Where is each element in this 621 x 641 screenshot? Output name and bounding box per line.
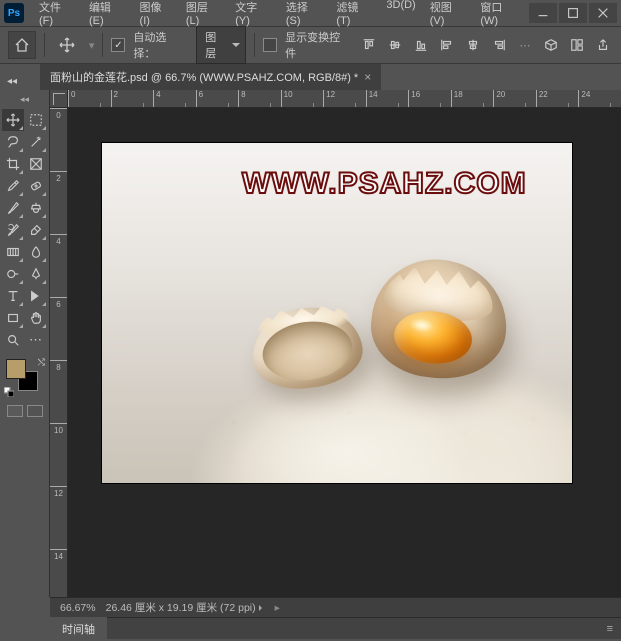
eyedropper-tool[interactable] xyxy=(2,175,24,197)
auto-select-checkbox[interactable] xyxy=(111,38,125,52)
menu-view[interactable]: 视图(V) xyxy=(423,0,474,31)
watermark-text: WWW.PSAHZ.COM xyxy=(242,167,527,201)
toolbox-collapse-icon[interactable]: ◂◂ xyxy=(2,94,47,105)
app-logo: Ps xyxy=(4,3,24,23)
menu-file[interactable]: 文件(F) xyxy=(32,0,82,31)
color-swatches: ⤭ xyxy=(2,357,47,397)
align-left-icon[interactable] xyxy=(437,35,457,55)
zoom-level[interactable]: 66.67% xyxy=(60,602,96,614)
auto-select-dropdown[interactable]: 图层 xyxy=(196,26,246,64)
rectangle-tool[interactable] xyxy=(2,307,24,329)
foreground-color[interactable] xyxy=(6,359,26,379)
dodge-tool[interactable] xyxy=(2,263,24,285)
standard-mode-icon[interactable] xyxy=(7,405,23,417)
document-tabs: ◂◂ 面粉山的金莲花.psd @ 66.7% (WWW.PSAHZ.COM, R… xyxy=(0,64,621,90)
menu-bar: 文件(F) 编辑(E) 图像(I) 图层(L) 文字(Y) 选择(S) 滤镜(T… xyxy=(32,0,527,31)
title-bar: Ps 文件(F) 编辑(E) 图像(I) 图层(L) 文字(Y) 选择(S) 滤… xyxy=(0,0,621,26)
more-options-icon[interactable]: ⋯ xyxy=(515,35,535,55)
hand-tool[interactable] xyxy=(25,307,47,329)
align-vcenter-icon[interactable] xyxy=(385,35,405,55)
edit-toolbar-icon[interactable]: ⋯ xyxy=(25,329,47,351)
zoom-tool[interactable] xyxy=(2,329,24,351)
align-top-icon[interactable] xyxy=(359,35,379,55)
auto-select-label: 自动选择： xyxy=(133,29,188,61)
brush-tool[interactable] xyxy=(2,197,24,219)
3d-mode-icon[interactable] xyxy=(541,35,561,55)
show-transform-label: 显示变换控件 xyxy=(285,29,351,61)
doc-info[interactable]: 26.46 厘米 x 19.19 厘米 (72 ppi) xyxy=(106,600,265,615)
menu-3d[interactable]: 3D(D) xyxy=(379,0,422,31)
quickmask-mode-icon[interactable] xyxy=(27,405,43,417)
crop-tool[interactable] xyxy=(2,153,24,175)
magic-wand-tool[interactable] xyxy=(25,131,47,153)
gradient-tool[interactable] xyxy=(2,241,24,263)
default-colors-icon[interactable] xyxy=(4,387,14,397)
document-tab[interactable]: 面粉山的金莲花.psd @ 66.7% (WWW.PSAHZ.COM, RGB/… xyxy=(40,64,381,90)
close-button[interactable] xyxy=(589,3,617,23)
timeline-tab[interactable]: 时间轴 xyxy=(50,617,107,641)
status-bar: 66.67% 26.46 厘米 x 19.19 厘米 (72 ppi) ▸ xyxy=(50,597,621,617)
move-tool-icon xyxy=(53,31,81,59)
panel-menu-icon[interactable]: ≡ xyxy=(599,623,621,635)
window-controls xyxy=(527,3,617,23)
blur-tool[interactable] xyxy=(25,241,47,263)
minimize-button[interactable] xyxy=(529,3,557,23)
maximize-button[interactable] xyxy=(559,3,587,23)
align-bottom-icon[interactable] xyxy=(411,35,431,55)
type-tool[interactable] xyxy=(2,285,24,307)
menu-select[interactable]: 选择(S) xyxy=(279,0,330,31)
align-hcenter-icon[interactable] xyxy=(463,35,483,55)
ruler-horizontal[interactable]: 024681012141618202224 xyxy=(68,90,621,108)
pen-tool[interactable] xyxy=(25,263,47,285)
healing-tool[interactable] xyxy=(25,175,47,197)
path-tool[interactable] xyxy=(25,285,47,307)
flour-pile xyxy=(142,303,572,483)
menu-filter[interactable]: 滤镜(T) xyxy=(329,0,379,31)
screen-modes xyxy=(2,405,47,417)
ruler-origin[interactable] xyxy=(50,90,68,108)
options-bar: ▾ 自动选择： 图层 显示变换控件 ⋯ xyxy=(0,26,621,64)
lasso-tool[interactable] xyxy=(2,131,24,153)
collapse-toolbox-icon[interactable]: ◂◂ xyxy=(4,72,20,90)
swap-colors-icon[interactable]: ⤭ xyxy=(38,357,45,368)
menu-image[interactable]: 图像(I) xyxy=(133,0,179,31)
frame-tool[interactable] xyxy=(25,153,47,175)
arrange-icon[interactable] xyxy=(567,35,587,55)
clone-stamp-tool[interactable] xyxy=(25,197,47,219)
history-brush-tool[interactable] xyxy=(2,219,24,241)
menu-window[interactable]: 窗口(W) xyxy=(473,0,527,31)
share-icon[interactable] xyxy=(593,35,613,55)
document-tab-title: 面粉山的金莲花.psd @ 66.7% (WWW.PSAHZ.COM, RGB/… xyxy=(50,69,358,85)
ruler-vertical[interactable]: 024681012141618 xyxy=(50,108,68,597)
work-area: ◂◂ ⋯ ⤭ xyxy=(0,90,621,597)
show-transform-checkbox[interactable] xyxy=(263,38,277,52)
toolbox: ◂◂ ⋯ ⤭ xyxy=(0,90,50,597)
document-canvas[interactable]: WWW.PSAHZ.COM xyxy=(102,143,572,483)
eraser-tool[interactable] xyxy=(25,219,47,241)
canvas-area: 024681012141618202224 024681012141618 WW… xyxy=(50,90,621,597)
align-right-icon[interactable] xyxy=(489,35,509,55)
marquee-tool[interactable] xyxy=(25,109,47,131)
move-tool[interactable] xyxy=(2,109,24,131)
home-button[interactable] xyxy=(8,31,36,59)
timeline-panel: 时间轴 ≡ xyxy=(50,617,621,639)
alignment-group: ⋯ xyxy=(359,35,613,55)
close-tab-icon[interactable]: × xyxy=(364,70,371,84)
menu-edit[interactable]: 编辑(E) xyxy=(82,0,133,31)
